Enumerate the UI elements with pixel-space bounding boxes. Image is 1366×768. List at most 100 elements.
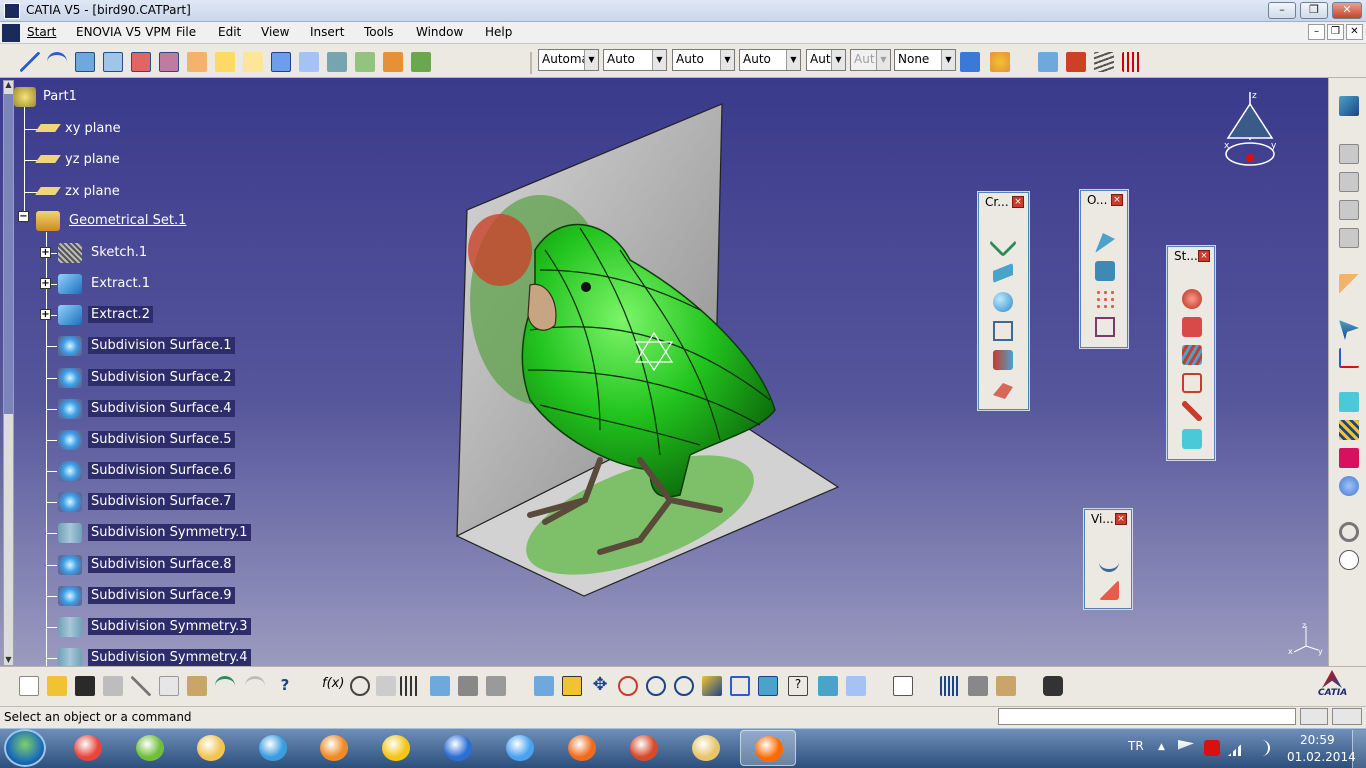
select-list-icon[interactable] — [1339, 320, 1359, 340]
lock-icon[interactable] — [458, 676, 478, 696]
taskbar-button[interactable] — [60, 730, 116, 766]
tree-item-geometrical-set[interactable]: Geometrical Set.1 — [36, 211, 236, 231]
vertex-icon[interactable] — [988, 228, 1018, 258]
menu-start[interactable]: Start — [27, 25, 56, 39]
restore-button[interactable]: ❐ — [1300, 2, 1328, 19]
doc-stack-icon-4[interactable] — [1339, 228, 1359, 248]
windows-start-button[interactable] — [4, 729, 46, 767]
tree-item[interactable]: Subdivision Symmetry.1 — [58, 523, 258, 543]
menu-enovia[interactable]: ENOVIA V5 VPM — [76, 25, 171, 39]
view-mode-icon[interactable]: ? — [788, 676, 808, 696]
taskbar-button[interactable] — [554, 730, 610, 766]
operations-palette[interactable]: O... × — [1080, 190, 1128, 348]
zoom-in-icon[interactable] — [646, 676, 666, 696]
undo-icon[interactable] — [215, 676, 235, 696]
transform-icon[interactable] — [327, 52, 347, 72]
material-icon[interactable] — [1339, 448, 1359, 468]
volume-icon[interactable] — [1254, 740, 1270, 756]
grid-icon[interactable] — [271, 52, 291, 72]
inertia-icon[interactable] — [996, 676, 1016, 696]
tree-item-yz-plane[interactable]: yz plane — [35, 150, 196, 170]
select-arrow-icon[interactable] — [1339, 274, 1359, 294]
creation-palette[interactable]: Cr... × — [978, 192, 1029, 410]
tree-item[interactable]: Subdivision Surface.1 — [58, 336, 258, 356]
taskbar-button[interactable] — [616, 730, 672, 766]
taskbar-button[interactable] — [122, 730, 178, 766]
taskbar-button[interactable] — [245, 730, 301, 766]
whats-this-icon[interactable]: ? — [275, 676, 295, 696]
tree-item[interactable]: Subdivision Surface.4 — [58, 399, 258, 419]
scroll-down-arrow-icon[interactable]: ▼ — [3, 655, 14, 665]
render-icon[interactable] — [1339, 476, 1359, 496]
minimize-button[interactable]: – — [1268, 2, 1296, 19]
transparency-combo[interactable]: Auto ▼ — [603, 49, 667, 71]
scroll-up-arrow-icon[interactable]: ▲ — [3, 80, 14, 90]
tree-item[interactable]: Subdivision Symmetry.4 — [58, 648, 258, 668]
tree-item-zx-plane[interactable]: zx plane — [35, 182, 196, 202]
cut-icon[interactable] — [131, 676, 151, 696]
tree-item[interactable]: Subdivision Surface.5 — [58, 430, 258, 450]
shading-icon[interactable] — [818, 676, 838, 696]
tree-item[interactable]: Extract.1 — [58, 274, 258, 294]
expand-icon[interactable]: + — [40, 247, 51, 258]
rotate-view-icon[interactable] — [618, 676, 638, 696]
layer-stack-icon[interactable] — [411, 52, 431, 72]
xyz-axis-icon[interactable] — [1339, 348, 1359, 368]
tree-item[interactable]: Subdivision Symmetry.3 — [58, 617, 258, 637]
redo-icon[interactable] — [245, 676, 265, 696]
layer-combo[interactable]: None ▼ — [894, 49, 956, 71]
tree-item[interactable]: Subdivision Surface.8 — [58, 555, 258, 575]
menu-tools[interactable]: Tools — [364, 25, 394, 39]
capture-camera-icon[interactable] — [1043, 676, 1063, 696]
view-palette[interactable]: Vi... × — [1084, 509, 1132, 609]
color-combo[interactable]: Automa ▼ — [538, 49, 599, 71]
point-type-combo[interactable]: Aut ▼ — [806, 49, 846, 71]
command-input[interactable] — [998, 708, 1296, 725]
knowledge-icon[interactable] — [376, 676, 396, 696]
clock-date[interactable]: 01.02.2014 — [1287, 750, 1356, 764]
tree-root-part1[interactable]: Part1 — [14, 87, 214, 107]
doc-restore-button[interactable]: ❐ — [1327, 24, 1344, 40]
zoom-out-icon[interactable] — [674, 676, 694, 696]
tree-item[interactable]: Subdivision Surface.2 — [58, 368, 258, 388]
tree-item[interactable]: Sketch.1 — [58, 243, 258, 263]
tree-item[interactable]: Subdivision Surface.6 — [58, 461, 258, 481]
taskbar-button[interactable] — [492, 730, 548, 766]
extrude-icon[interactable] — [131, 52, 151, 72]
surface-analysis-icon[interactable] — [1038, 52, 1058, 72]
pan-icon[interactable]: ✥ — [590, 676, 610, 696]
swap-visible-icon[interactable] — [893, 676, 913, 696]
symmetry-frame-icon[interactable] — [1182, 373, 1202, 393]
styling-palette[interactable]: St... × — [1167, 246, 1215, 460]
tree-item-xy-plane[interactable]: xy plane — [35, 119, 196, 139]
taskbar-button[interactable] — [430, 730, 486, 766]
doc-stack-icon-3[interactable] — [1339, 200, 1359, 220]
normal-view-icon[interactable] — [702, 676, 722, 696]
iso-view-icon[interactable] — [758, 676, 778, 696]
formula-icon[interactable]: f(x) — [322, 676, 344, 696]
rotate-icon[interactable] — [1339, 522, 1359, 542]
tree-item[interactable]: Subdivision Surface.7 — [58, 492, 258, 512]
offset-icon[interactable] — [299, 52, 319, 72]
palette-close-icon[interactable]: × — [1115, 513, 1127, 525]
vertex-array-icon[interactable] — [1095, 289, 1115, 309]
command-stop-button[interactable] — [1332, 708, 1362, 725]
palette-close-icon[interactable]: × — [1111, 194, 1123, 206]
menu-help[interactable]: Help — [485, 25, 512, 39]
palette-close-icon[interactable]: × — [1198, 250, 1210, 262]
save-icon[interactable] — [75, 676, 95, 696]
box-primitive-icon[interactable] — [993, 321, 1013, 341]
view-cut-icon[interactable] — [1099, 580, 1119, 600]
zebra-icon[interactable] — [1094, 52, 1114, 72]
taskbar-button[interactable] — [740, 730, 796, 766]
tray-expand-icon[interactable]: ▲ — [1158, 742, 1165, 752]
revolve-icon[interactable] — [159, 52, 179, 72]
measure-item-icon[interactable] — [968, 676, 988, 696]
spline-icon[interactable] — [47, 52, 67, 72]
show-desktop-button[interactable] — [1352, 730, 1366, 768]
cut-face-icon[interactable] — [1095, 261, 1115, 281]
doc-minimize-button[interactable]: – — [1308, 24, 1325, 40]
expand-icon[interactable]: + — [40, 309, 51, 320]
doc-stack-icon-2[interactable] — [1339, 172, 1359, 192]
porcupine-icon[interactable] — [1122, 52, 1142, 72]
